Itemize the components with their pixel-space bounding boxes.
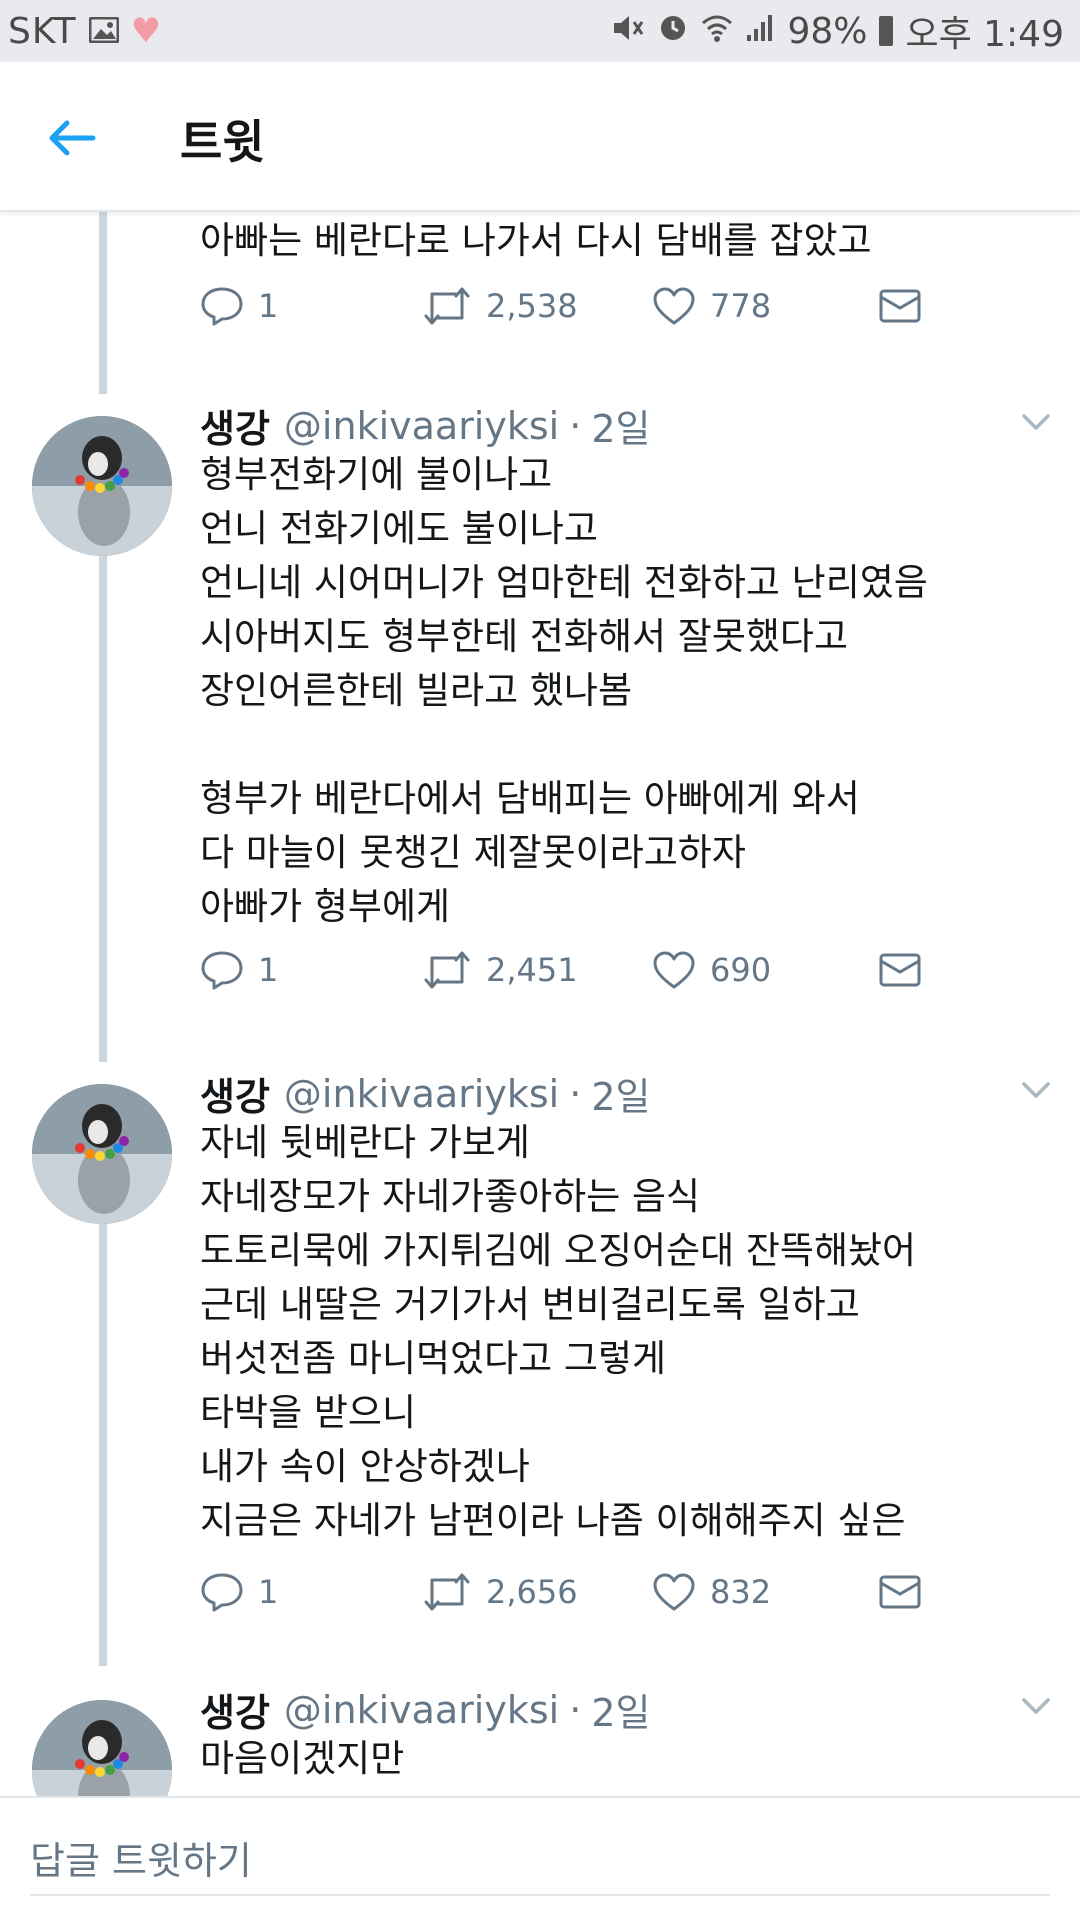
tweet-menu-button[interactable] — [1016, 1686, 1056, 1726]
alarm-icon — [657, 11, 689, 52]
avatar[interactable] — [32, 1084, 172, 1224]
tweet-text: 형부전화기에 불이나고 언니 전화기에도 불이나고 언니네 시어머니가 엄마한테… — [200, 453, 928, 928]
reply-button[interactable]: 1 — [200, 276, 278, 336]
separator-dot: · — [569, 1687, 582, 1732]
signal-icon — [745, 11, 775, 52]
tweet-actions: 1 2,656 832 — [200, 1562, 960, 1622]
chevron-down-icon — [1022, 414, 1050, 430]
heart-icon — [653, 951, 695, 989]
reply-button[interactable]: 1 — [200, 1562, 278, 1622]
message-button[interactable] — [878, 1562, 922, 1622]
arrow-left-icon — [49, 120, 96, 156]
chevron-down-icon — [1022, 1698, 1050, 1714]
penguin-avatar-image — [32, 1084, 172, 1224]
like-button[interactable]: 832 — [652, 1562, 771, 1622]
reply-bar: 답글 트윗하기 — [0, 1796, 1080, 1922]
like-button[interactable]: 778 — [652, 276, 771, 336]
avatar[interactable] — [32, 416, 172, 556]
image-icon — [88, 11, 120, 52]
envelope-icon — [879, 1575, 921, 1609]
tweet-menu-button[interactable] — [1016, 402, 1056, 442]
retweet-icon — [424, 951, 470, 989]
page-title: 트윗 — [180, 115, 265, 169]
separator-dot: · — [569, 403, 582, 448]
reply-input[interactable]: 답글 트윗하기 — [30, 1824, 1050, 1896]
tweet-text: 아빠는 베란다로 나가서 다시 담배를 잡았고 — [200, 219, 872, 262]
tweet-header: 생강 @inkivaariyksi · 2일 — [200, 1682, 650, 1737]
thread-line — [99, 212, 107, 394]
retweet-button[interactable]: 2,538 — [422, 276, 578, 336]
tweet-menu-button[interactable] — [1016, 1070, 1056, 1110]
battery-icon — [879, 16, 894, 46]
user-handle[interactable]: @inkivaariyksi — [284, 1072, 559, 1116]
tweet-time: 2일 — [591, 407, 651, 451]
heart-icon — [653, 1573, 695, 1611]
status-bar: SKT ♥ 98% 오후 1:49 — [0, 0, 1080, 62]
separator-dot: · — [569, 1071, 582, 1116]
message-button[interactable] — [878, 276, 922, 336]
message-button[interactable] — [878, 940, 922, 1000]
battery-percent: 98% — [787, 10, 868, 52]
tweet-time: 2일 — [591, 1075, 651, 1119]
user-handle[interactable]: @inkivaariyksi — [284, 1688, 559, 1732]
thread-line — [99, 1214, 107, 1666]
envelope-icon — [879, 953, 921, 987]
user-handle[interactable]: @inkivaariyksi — [284, 404, 559, 448]
reply-button[interactable]: 1 — [200, 940, 278, 1000]
penguin-avatar-image — [32, 416, 172, 556]
tweet-header: 생강 @inkivaariyksi · 2일 — [200, 398, 650, 453]
user-name[interactable]: 생강 — [200, 398, 270, 453]
retweet-icon — [424, 287, 470, 325]
avatar[interactable] — [32, 1700, 172, 1796]
user-name[interactable]: 생강 — [200, 1066, 270, 1121]
like-button[interactable]: 690 — [652, 940, 771, 1000]
user-name[interactable]: 생강 — [200, 1682, 270, 1737]
carrier-label: SKT — [8, 10, 77, 52]
tweet-header: 생강 @inkivaariyksi · 2일 — [200, 1066, 650, 1121]
penguin-avatar-image — [32, 1700, 172, 1796]
chevron-down-icon — [1022, 1082, 1050, 1098]
tweet-actions: 1 2,451 690 — [200, 940, 960, 1000]
reply-icon — [201, 287, 243, 326]
tweet-text: 마음이겠지만 — [200, 1737, 405, 1780]
tweet-actions: 1 2,538 778 — [200, 276, 960, 336]
tweet-thread[interactable]: 아빠는 베란다로 나가서 다시 담배를 잡았고 1 2,538 778 생강 @… — [0, 212, 1080, 1796]
reply-icon — [201, 1573, 243, 1612]
reply-icon — [201, 951, 243, 990]
retweet-button[interactable]: 2,656 — [422, 1562, 578, 1622]
wifi-icon — [701, 11, 733, 52]
tweet-text: 자네 뒷베란다 가보게 자네장모가 자네가좋아하는 음식 도토리묵에 가지튀김에… — [200, 1121, 917, 1542]
envelope-icon — [879, 289, 921, 323]
heart-icon: ♥ — [130, 11, 162, 51]
retweet-icon — [424, 1573, 470, 1611]
retweet-button[interactable]: 2,451 — [422, 940, 578, 1000]
tweet-time: 2일 — [591, 1691, 651, 1735]
app-header: 트윗 — [0, 62, 1080, 212]
mute-icon — [611, 11, 645, 52]
clock: 오후 1:49 — [905, 14, 1064, 55]
back-button[interactable] — [36, 102, 108, 174]
thread-line — [99, 546, 107, 1062]
heart-icon — [653, 287, 695, 325]
